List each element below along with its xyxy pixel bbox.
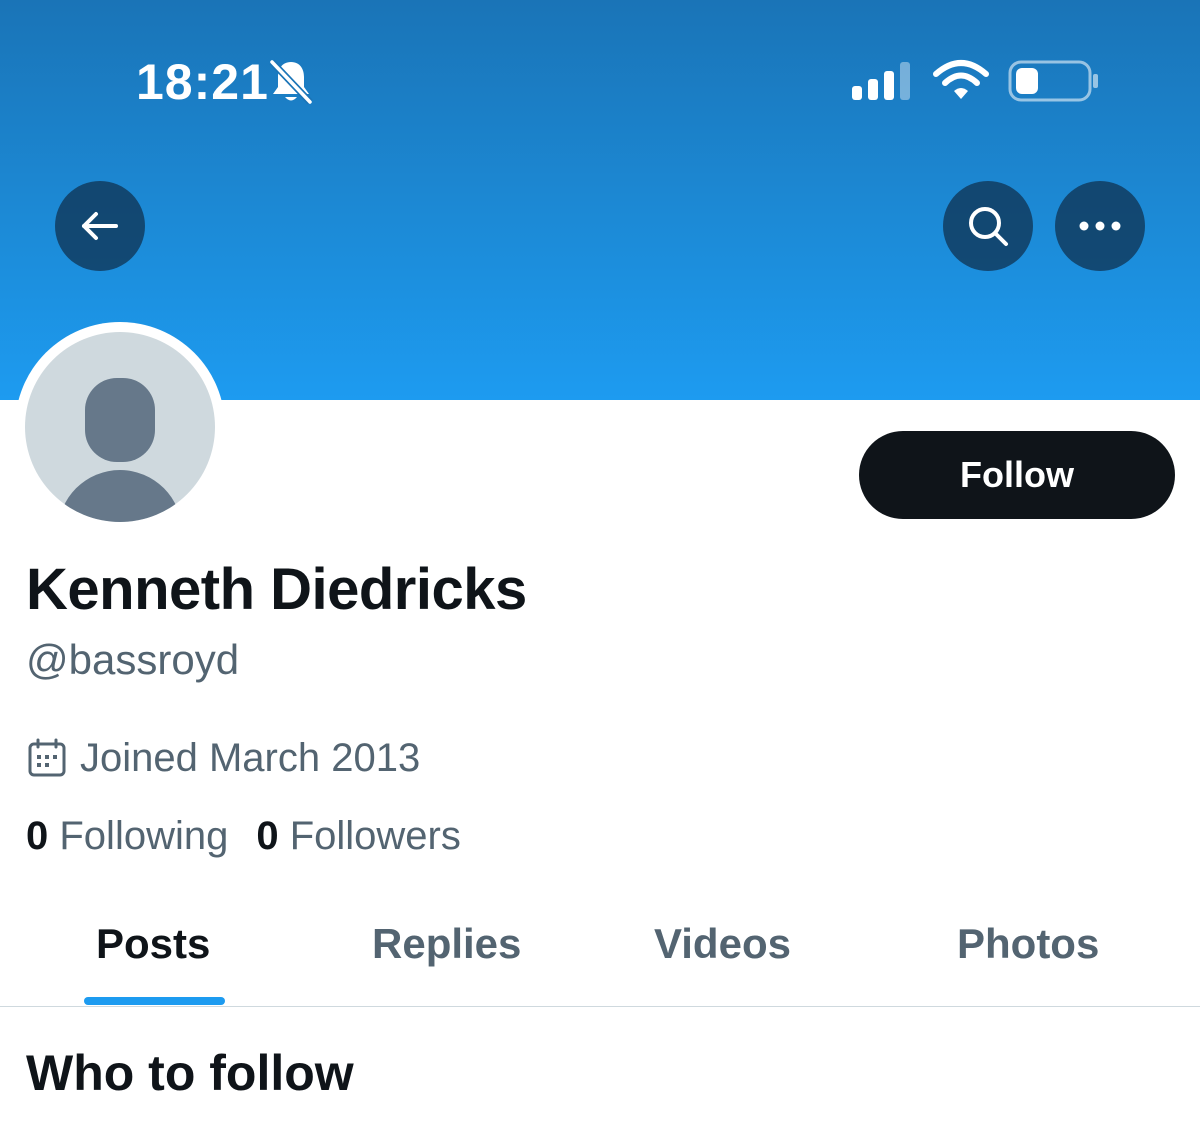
followers-label: Followers xyxy=(289,814,461,858)
more-horizontal-icon xyxy=(1079,221,1121,231)
arrow-left-icon xyxy=(82,212,118,240)
search-icon xyxy=(969,207,1008,246)
display-name: Kenneth Diedricks xyxy=(26,557,527,622)
follow-counts: 0 Following 0 Followers xyxy=(26,814,489,859)
tab-photos[interactable]: Photos xyxy=(957,920,1099,968)
tab-posts[interactable]: Posts xyxy=(96,920,210,968)
tab-replies[interactable]: Replies xyxy=(372,920,521,968)
avatar[interactable] xyxy=(15,322,225,532)
person-silhouette-icon xyxy=(58,378,182,522)
joined-date-row: Joined March 2013 xyxy=(26,733,420,783)
cellular-signal-icon xyxy=(852,62,910,100)
joined-date: Joined March 2013 xyxy=(80,735,421,780)
following-link[interactable]: 0 Following xyxy=(26,814,228,859)
profile-tabs: Posts Replies Videos Photos xyxy=(0,900,1200,1007)
follow-button[interactable]: Follow xyxy=(859,431,1175,519)
following-count: 0 xyxy=(26,814,49,858)
status-time: 18:21 xyxy=(136,54,269,110)
battery-icon xyxy=(1008,60,1098,102)
followers-link[interactable]: 0 Followers xyxy=(256,814,461,859)
tab-videos[interactable]: Videos xyxy=(654,920,791,968)
more-options-button[interactable] xyxy=(1055,181,1145,271)
followers-count: 0 xyxy=(256,814,279,858)
default-avatar xyxy=(25,332,215,522)
back-button[interactable] xyxy=(55,181,145,271)
user-handle: @bassroyd xyxy=(26,636,240,683)
bell-slash-icon xyxy=(269,59,313,105)
calendar-icon xyxy=(28,738,66,777)
active-tab-indicator xyxy=(84,997,225,1005)
following-label: Following xyxy=(59,814,229,858)
search-button[interactable] xyxy=(943,181,1033,271)
who-to-follow-heading: Who to follow xyxy=(26,1045,354,1101)
wifi-icon xyxy=(933,60,989,99)
